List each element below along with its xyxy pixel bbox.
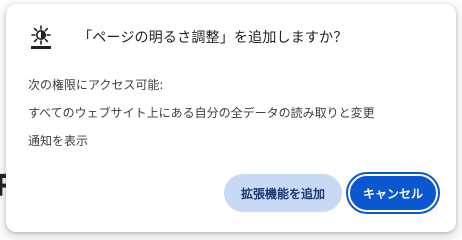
add-extension-button[interactable]: 拡張機能を追加: [224, 174, 342, 212]
permission-item-notifications: 通知を表示: [28, 134, 89, 148]
brightness-sun-icon: [28, 24, 54, 50]
install-extension-dialog: 「ページの明るさ調整」を追加しますか？ 次の権限にアクセス可能: すべてのウェブ…: [6, 4, 456, 232]
permissions-heading: 次の権限にアクセス可能:: [28, 78, 164, 92]
dialog-title: 「ページの明るさ調整」を追加しますか？: [78, 30, 348, 46]
permission-item-site-data: すべてのウェブサイト上にある自分の全データの読み取りと変更: [28, 106, 375, 120]
cancel-button[interactable]: キャンセル: [346, 172, 440, 214]
